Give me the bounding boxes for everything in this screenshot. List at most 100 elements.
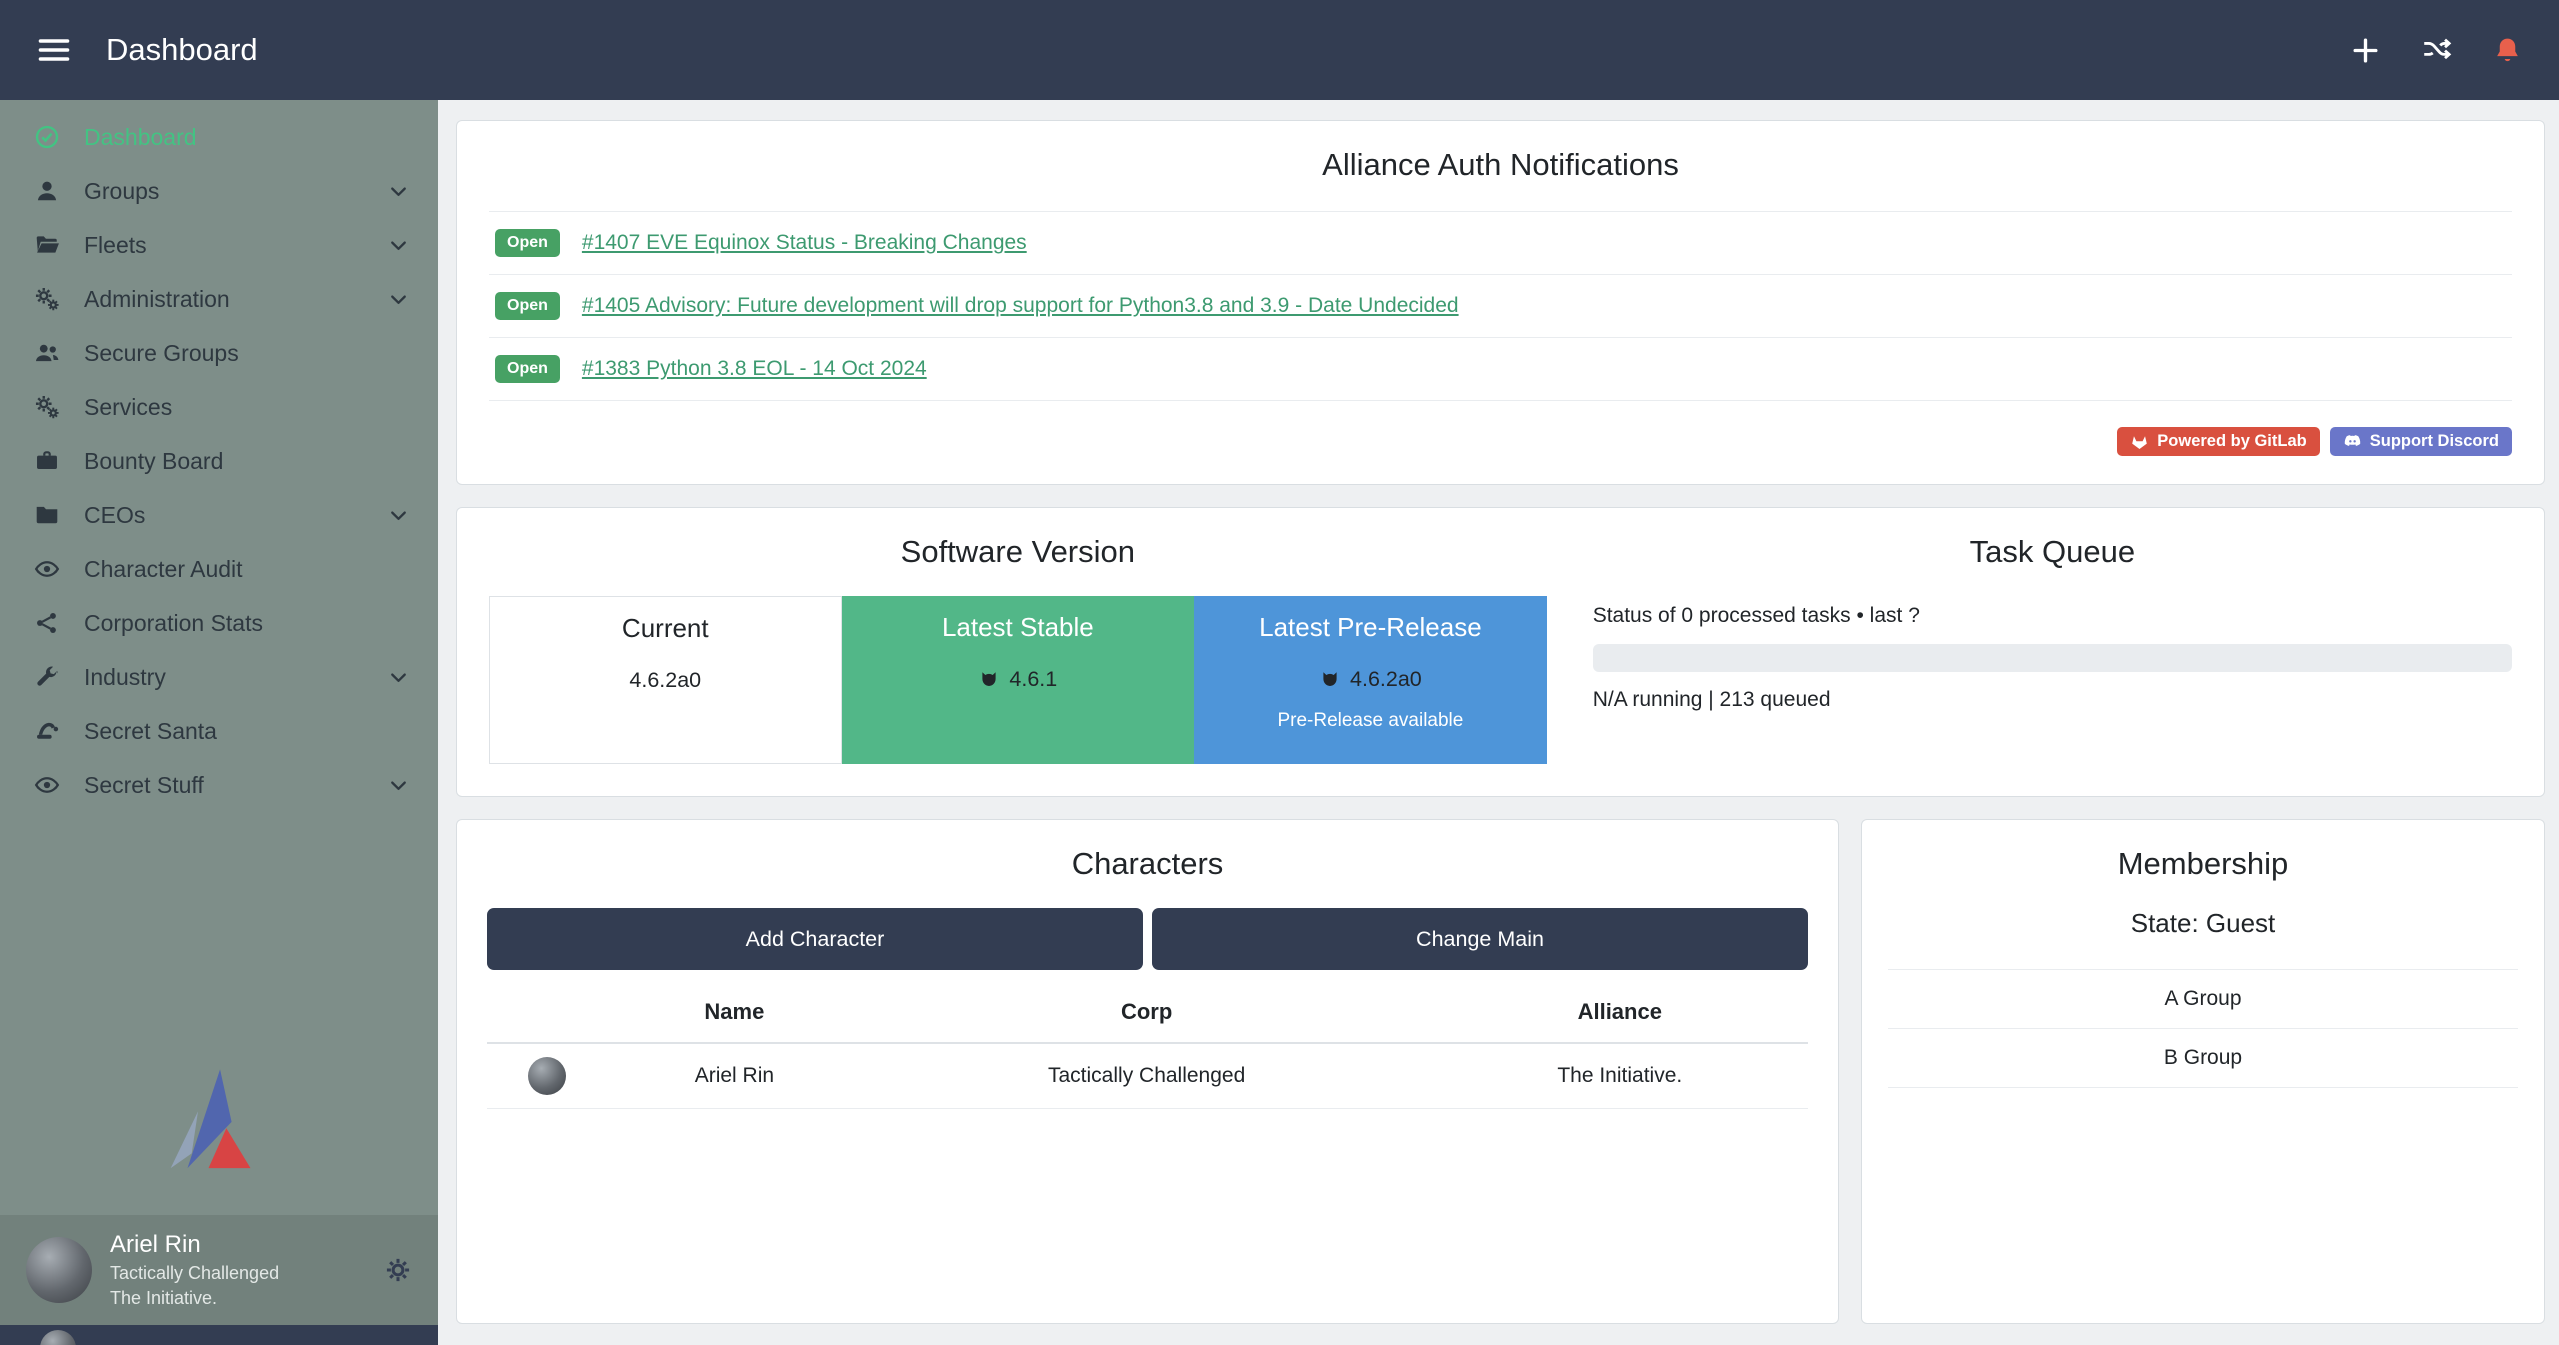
gear-icon[interactable] bbox=[384, 1256, 412, 1284]
sidebar-item-label: Corporation Stats bbox=[84, 610, 263, 637]
task-queue-progress-track bbox=[1593, 644, 2512, 672]
user-icon bbox=[32, 178, 62, 204]
sidebar-item-label: Groups bbox=[84, 178, 159, 205]
notifications-footer: Powered by GitLab Support Discord bbox=[489, 427, 2512, 456]
notification-link[interactable]: #1405 Advisory: Future development will … bbox=[582, 294, 1459, 318]
folder-open-icon bbox=[32, 232, 62, 258]
characters-table-header: Name Corp Alliance bbox=[487, 982, 1808, 1043]
gitlab-badge[interactable]: Powered by GitLab bbox=[2117, 427, 2319, 456]
add-icon[interactable] bbox=[2350, 35, 2381, 66]
notifications-title: Alliance Auth Notifications bbox=[489, 147, 2512, 183]
sidebar-item-secret-stuff[interactable]: Secret Stuff bbox=[0, 758, 438, 812]
sidebar-item-services[interactable]: Services bbox=[0, 380, 438, 434]
version-prerelease-label: Latest Pre-Release bbox=[1194, 612, 1547, 643]
main-content: Alliance Auth Notifications Open #1407 E… bbox=[438, 100, 2559, 1345]
sidebar-item-secure-groups[interactable]: Secure Groups bbox=[0, 326, 438, 380]
sidebar-item-label: Administration bbox=[84, 286, 230, 313]
briefcase-icon bbox=[32, 448, 62, 474]
sidebar-item-fleets[interactable]: Fleets bbox=[0, 218, 438, 272]
version-latest-stable: Latest Stable 4.6.1 bbox=[842, 596, 1195, 764]
list-item: Open #1383 Python 3.8 EOL - 14 Oct 2024 bbox=[489, 337, 2512, 400]
sidebar-item-industry[interactable]: Industry bbox=[0, 650, 438, 704]
sidebar-item-label: Bounty Board bbox=[84, 448, 223, 475]
sidebar-item-secret-santa[interactable]: Secret Santa bbox=[0, 704, 438, 758]
characters-card: Characters Add Character Change Main Nam… bbox=[456, 819, 1839, 1324]
version-stable-value: 4.6.1 bbox=[842, 667, 1195, 692]
avatar-column-header bbox=[487, 982, 607, 1043]
list-item: Open #1407 EVE Equinox Status - Breaking… bbox=[489, 211, 2512, 274]
alliance-logo bbox=[0, 1061, 438, 1187]
eye-icon bbox=[32, 556, 62, 582]
gitlab-badge-label: Powered by GitLab bbox=[2157, 432, 2306, 451]
notifications-bell-icon[interactable] bbox=[2492, 35, 2523, 66]
cat-icon bbox=[1319, 669, 1341, 691]
version-current-label: Current bbox=[490, 613, 841, 644]
version-current-value: 4.6.2a0 bbox=[490, 668, 841, 693]
sidebar-item-character-audit[interactable]: Character Audit bbox=[0, 542, 438, 596]
chevron-down-icon bbox=[387, 288, 410, 311]
chevron-down-icon bbox=[387, 180, 410, 203]
sidebar-item-label: Fleets bbox=[84, 232, 147, 259]
sidebar-item-ceos[interactable]: CEOs bbox=[0, 488, 438, 542]
discord-badge-label: Support Discord bbox=[2370, 432, 2499, 451]
page-title: Dashboard bbox=[106, 32, 258, 68]
characters-title: Characters bbox=[487, 846, 1808, 882]
sidebar-item-administration[interactable]: Administration bbox=[0, 272, 438, 326]
chevron-down-icon bbox=[387, 666, 410, 689]
status-badge: Open bbox=[495, 292, 560, 320]
menu-icon[interactable] bbox=[36, 32, 72, 68]
santa-hat-icon bbox=[32, 718, 62, 744]
membership-card: Membership State: Guest A Group B Group bbox=[1861, 819, 2545, 1324]
list-item: B Group bbox=[1888, 1028, 2518, 1087]
gears-icon bbox=[32, 286, 62, 312]
sidebar-footer-strip bbox=[0, 1325, 438, 1345]
gitlab-icon bbox=[2130, 432, 2149, 451]
bottom-row: Characters Add Character Change Main Nam… bbox=[456, 819, 2545, 1324]
character-corp-cell: Tactically Challenged bbox=[862, 1043, 1432, 1109]
user-meta: Ariel Rin Tactically Challenged The Init… bbox=[110, 1231, 279, 1309]
sidebar-item-corporation-stats[interactable]: Corporation Stats bbox=[0, 596, 438, 650]
notification-link[interactable]: #1383 Python 3.8 EOL - 14 Oct 2024 bbox=[582, 357, 927, 381]
wrench-icon bbox=[32, 664, 62, 690]
software-taskqueue-card: Software Version Current 4.6.2a0 Latest … bbox=[456, 507, 2545, 797]
corp-column-header: Corp bbox=[862, 982, 1432, 1043]
prerelease-note: Pre-Release available bbox=[1194, 710, 1547, 732]
sidebar-item-label: CEOs bbox=[84, 502, 145, 529]
sidebar-item-dashboard[interactable]: Dashboard bbox=[0, 110, 438, 164]
top-navbar: Dashboard bbox=[0, 0, 2559, 100]
user-name: Ariel Rin bbox=[110, 1231, 279, 1259]
alliance-column-header: Alliance bbox=[1432, 982, 1808, 1043]
folder-icon bbox=[32, 502, 62, 528]
table-row: Ariel Rin Tactically Challenged The Init… bbox=[487, 1043, 1808, 1109]
list-item: Open #1405 Advisory: Future development … bbox=[489, 274, 2512, 337]
sidebar-item-bounty-board[interactable]: Bounty Board bbox=[0, 434, 438, 488]
add-character-button[interactable]: Add Character bbox=[487, 908, 1143, 970]
user-corp: Tactically Challenged bbox=[110, 1263, 279, 1284]
discord-icon bbox=[2343, 432, 2362, 451]
status-badge: Open bbox=[495, 355, 560, 383]
shuffle-icon[interactable] bbox=[2421, 35, 2452, 66]
membership-groups: A Group B Group bbox=[1888, 969, 2518, 1088]
notifications-list: Open #1407 EVE Equinox Status - Breaking… bbox=[489, 211, 2512, 401]
task-queue-summary: N/A running | 213 queued bbox=[1593, 688, 2512, 712]
chevron-down-icon bbox=[387, 774, 410, 797]
gears-icon bbox=[32, 394, 62, 420]
membership-title: Membership bbox=[1888, 846, 2518, 882]
character-avatar bbox=[528, 1057, 566, 1095]
discord-badge[interactable]: Support Discord bbox=[2330, 427, 2512, 456]
notification-link[interactable]: #1407 EVE Equinox Status - Breaking Chan… bbox=[582, 231, 1027, 255]
task-queue-status: Status of 0 processed tasks • last ? bbox=[1593, 604, 2512, 628]
sidebar-item-label: Dashboard bbox=[84, 124, 197, 151]
membership-state: State: Guest bbox=[1888, 908, 2518, 939]
notifications-card: Alliance Auth Notifications Open #1407 E… bbox=[456, 120, 2545, 485]
sidebar: Dashboard Groups Fleets Administration S… bbox=[0, 100, 438, 1345]
change-main-button[interactable]: Change Main bbox=[1152, 908, 1808, 970]
name-column-header: Name bbox=[607, 982, 862, 1043]
sidebar-item-label: Secure Groups bbox=[84, 340, 239, 367]
list-item: A Group bbox=[1888, 969, 2518, 1028]
navbar-actions bbox=[2350, 35, 2523, 66]
character-name-cell: Ariel Rin bbox=[607, 1043, 862, 1109]
task-queue-title: Task Queue bbox=[1593, 534, 2512, 570]
users-icon bbox=[32, 340, 62, 366]
sidebar-item-groups[interactable]: Groups bbox=[0, 164, 438, 218]
